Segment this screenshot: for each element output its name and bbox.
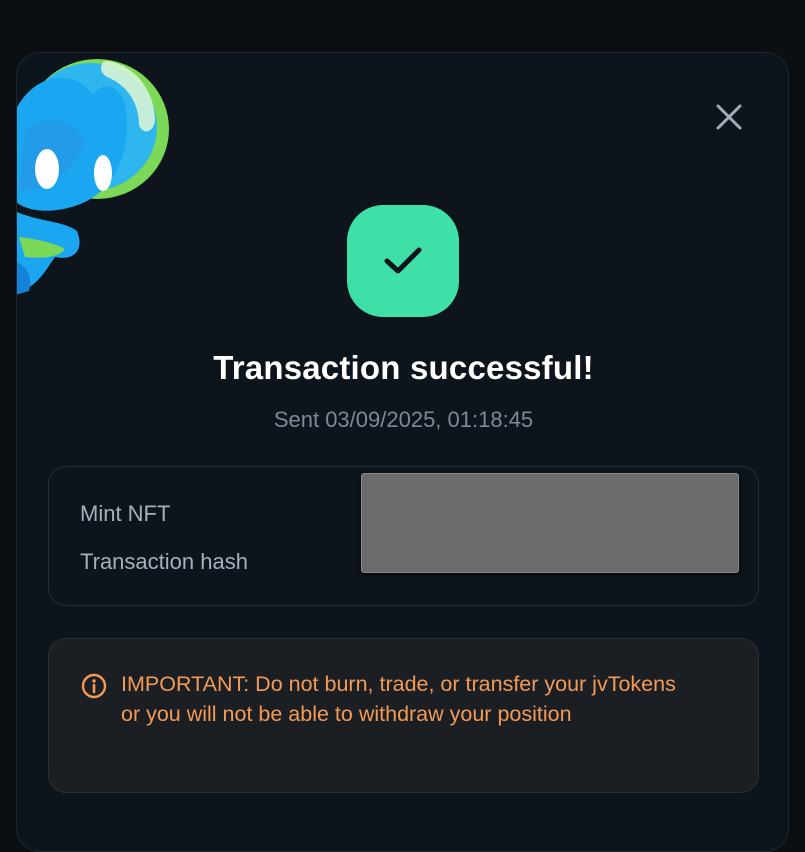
sent-timestamp: Sent 03/09/2025, 01:18:45	[273, 407, 534, 432]
mascot-illustration	[17, 59, 169, 295]
redacted-overlay	[361, 473, 739, 573]
info-icon	[81, 673, 107, 699]
check-icon	[384, 247, 422, 274]
important-notice: IMPORTANT: Do not burn, trade, or transf…	[48, 638, 759, 793]
transaction-details-card: Mint NFT Transaction hash	[48, 466, 759, 606]
detail-label-mint-nft: Mint NFT	[80, 501, 171, 526]
close-icon	[716, 104, 742, 130]
modal-title: Transaction successful!	[213, 349, 594, 386]
close-button[interactable]	[709, 97, 749, 137]
detail-label-transaction-hash: Transaction hash	[80, 549, 248, 574]
notice-text: IMPORTANT: Do not burn, trade, or transf…	[121, 672, 676, 726]
success-status-badge	[347, 205, 459, 317]
transaction-success-modal: Transaction successful! Sent 03/09/2025,…	[16, 52, 789, 852]
